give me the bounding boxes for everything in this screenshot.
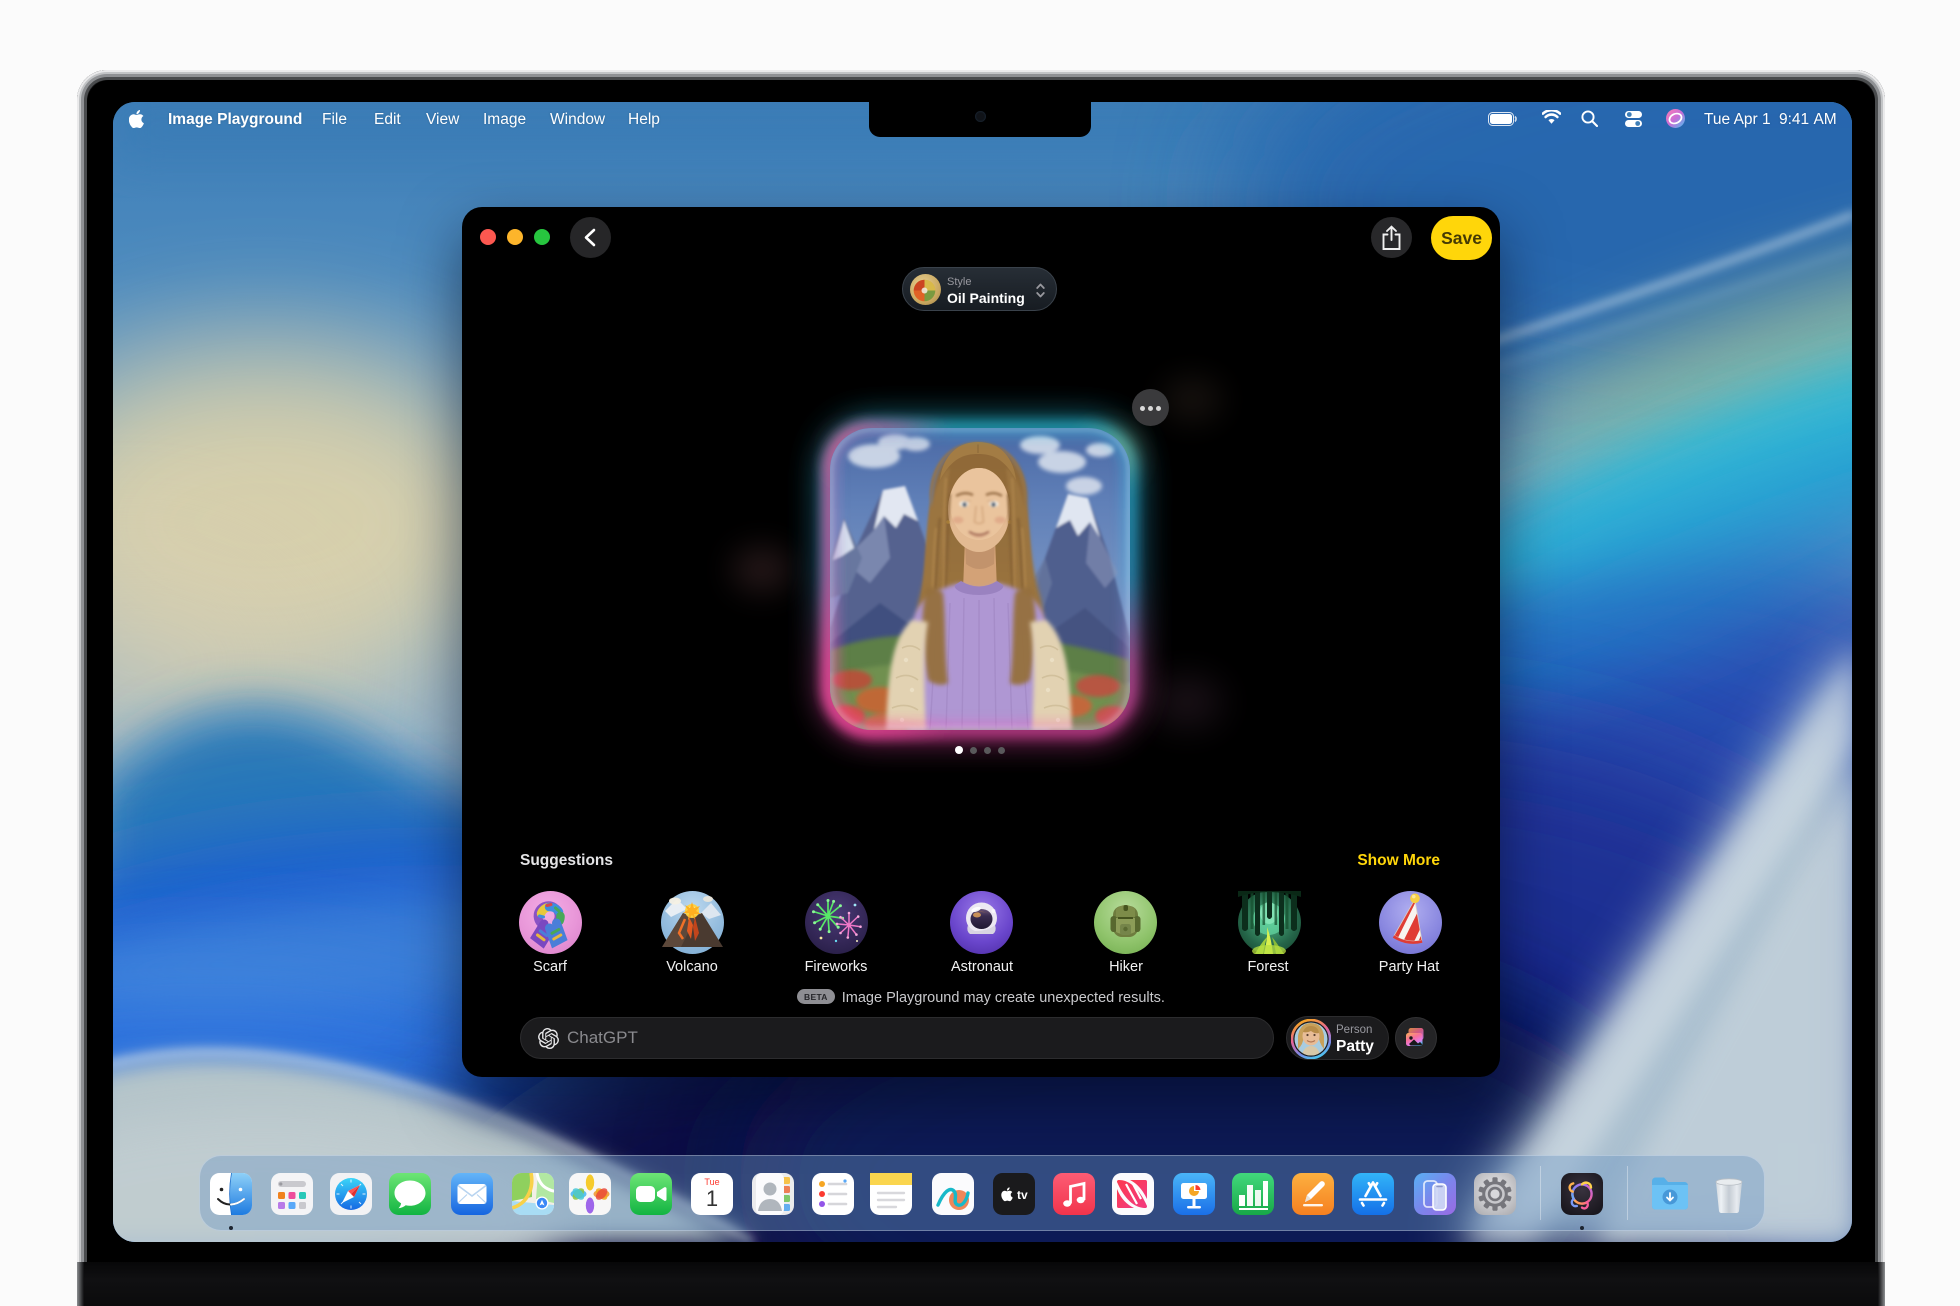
svg-text:tv: tv [1017,1188,1028,1202]
svg-text:1: 1 [706,1186,718,1211]
